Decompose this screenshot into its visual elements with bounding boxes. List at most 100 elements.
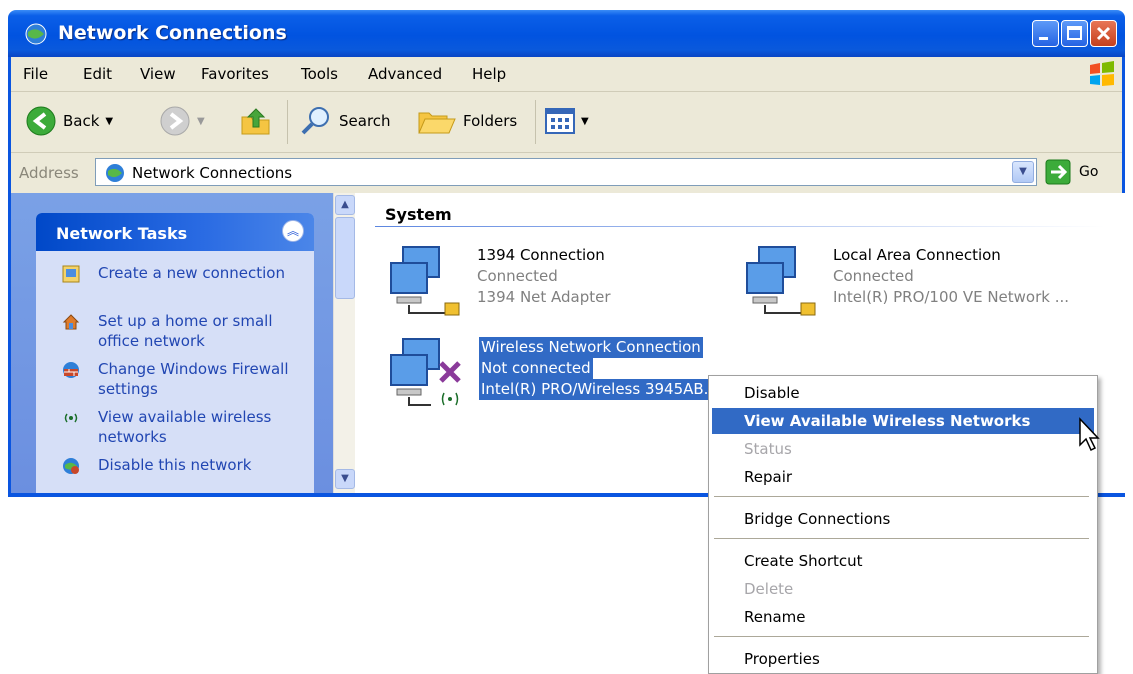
context-menu: Disable View Available Wireless Networks…: [708, 375, 1098, 674]
connection-status: Not connected: [479, 358, 593, 379]
menu-item-label: Create Shortcut: [744, 552, 863, 570]
folders-icon: [418, 112, 456, 134]
forward-arrow-icon: [160, 106, 190, 136]
task-pane: Network Tasks ︽ Create a new connection …: [11, 193, 333, 493]
wired-connection-icon: [390, 246, 460, 316]
disable-network-icon: [63, 458, 79, 474]
search-label: Search: [339, 112, 391, 130]
address-bar: Address Network Connections ▼ Go: [11, 153, 1122, 193]
connection-1394[interactable]: 1394 Connection Connected 1394 Net Adapt…: [387, 241, 717, 321]
menu-item-delete: Delete: [712, 576, 1094, 602]
back-dropdown-icon[interactable]: ▼: [105, 116, 113, 127]
menu-separator: [714, 538, 1089, 539]
connection-name: Local Area Connection: [833, 246, 1001, 264]
menu-separator: [714, 636, 1089, 637]
forward-button[interactable]: ▼: [159, 105, 205, 137]
menu-item-label: Bridge Connections: [744, 510, 891, 528]
forward-dropdown-icon[interactable]: ▼: [197, 116, 205, 127]
menu-item-label: Properties: [744, 650, 820, 668]
search-icon: [301, 107, 329, 135]
task-label: Change Windows Firewall settings: [98, 360, 289, 398]
back-button[interactable]: Back ▼: [25, 105, 113, 137]
network-connections-icon: [106, 164, 124, 182]
menu-item-rename[interactable]: Rename: [712, 604, 1094, 630]
menu-item-view-wireless-networks[interactable]: View Available Wireless Networks: [712, 408, 1094, 434]
task-label: View available wireless networks: [98, 408, 272, 446]
task-label: Disable this network: [98, 456, 252, 474]
go-button[interactable]: Go: [1045, 159, 1098, 185]
up-folder-button[interactable]: [239, 105, 273, 137]
wired-connection-icon: [746, 246, 816, 316]
network-connections-icon: [25, 23, 47, 45]
maximize-icon: [1067, 26, 1082, 40]
menu-item-bridge-connections[interactable]: Bridge Connections: [712, 506, 1094, 532]
menu-separator: [714, 496, 1089, 497]
home-network-icon: [62, 314, 80, 330]
connection-device: Intel(R) PRO/Wireless 3945AB.: [479, 379, 711, 400]
menu-item-disable[interactable]: Disable: [712, 380, 1094, 406]
menu-edit[interactable]: Edit: [83, 65, 112, 83]
go-label: Go: [1079, 164, 1099, 180]
up-folder-icon: [241, 108, 270, 135]
folders-label: Folders: [463, 112, 518, 130]
menu-view[interactable]: View: [140, 65, 176, 83]
views-dropdown-icon[interactable]: ▼: [581, 116, 589, 127]
connection-name: Wireless Network Connection: [479, 337, 703, 358]
views-icon: [545, 108, 575, 134]
connection-device: Intel(R) PRO/100 VE Network ...: [833, 288, 1070, 306]
task-label: Create a new connection: [98, 264, 285, 282]
menu-file[interactable]: File: [23, 65, 48, 83]
address-label: Address: [19, 164, 79, 182]
vertical-scrollbar[interactable]: ▲ ▼: [333, 193, 356, 493]
toolbar: Back ▼ ▼ Search Folders ▼: [11, 92, 1122, 153]
menu-tools[interactable]: Tools: [301, 65, 338, 83]
windows-logo-icon: [1090, 61, 1114, 86]
menu-help[interactable]: Help: [472, 65, 506, 83]
window-title: Network Connections: [58, 22, 287, 44]
network-tasks-title: Network Tasks: [56, 224, 188, 243]
connection-status: Connected: [477, 267, 558, 285]
address-value: Network Connections: [132, 164, 293, 182]
connection-local-area[interactable]: Local Area Connection Connected Intel(R)…: [743, 241, 1113, 321]
menu-item-label: Delete: [744, 580, 794, 598]
menu-item-repair[interactable]: Repair: [712, 464, 1094, 490]
scroll-thumb[interactable]: [335, 217, 355, 299]
scroll-up-icon[interactable]: ▲: [335, 195, 355, 215]
menu-favorites[interactable]: Favorites: [201, 65, 269, 83]
toolbar-separator: [287, 100, 288, 144]
minimize-button[interactable]: [1032, 20, 1059, 47]
minimize-icon: [1039, 37, 1048, 40]
close-button[interactable]: [1090, 20, 1117, 47]
address-input[interactable]: Network Connections ▼: [95, 158, 1037, 186]
group-divider: [375, 226, 1105, 227]
title-bar[interactable]: Network Connections: [8, 10, 1125, 57]
go-arrow-icon: [1045, 159, 1071, 185]
connection-name: 1394 Connection: [477, 246, 605, 264]
connection-wireless[interactable]: Wireless Network Connection Not connecte…: [387, 333, 747, 413]
address-dropdown-icon[interactable]: ▼: [1012, 161, 1034, 183]
search-button[interactable]: Search: [299, 105, 391, 137]
menu-item-label: Rename: [744, 608, 806, 626]
scroll-down-icon[interactable]: ▼: [335, 469, 355, 489]
network-tasks-panel: Network Tasks ︽ Create a new connection …: [36, 213, 314, 493]
task-label: Set up a home or small office network: [98, 312, 273, 350]
back-arrow-icon: [26, 106, 56, 136]
views-button[interactable]: ▼: [545, 105, 589, 137]
toolbar-separator: [535, 100, 536, 144]
menu-bar: File Edit View Favorites Tools Advanced …: [11, 57, 1122, 92]
maximize-button[interactable]: [1061, 20, 1088, 47]
menu-advanced[interactable]: Advanced: [368, 65, 442, 83]
menu-item-create-shortcut[interactable]: Create Shortcut: [712, 548, 1094, 574]
menu-item-properties[interactable]: Properties: [712, 646, 1094, 672]
folders-button[interactable]: Folders: [417, 105, 517, 137]
menu-item-label: View Available Wireless Networks: [744, 412, 1031, 430]
collapse-chevron-icon[interactable]: ︽: [282, 220, 304, 242]
wireless-icon: [64, 413, 78, 423]
connection-status: Connected: [833, 267, 914, 285]
new-connection-icon: [62, 265, 80, 283]
menu-item-label: Repair: [744, 468, 793, 486]
back-label: Back: [63, 112, 100, 130]
connection-device: 1394 Net Adapter: [477, 288, 611, 306]
network-tasks-header[interactable]: Network Tasks ︽: [36, 213, 314, 251]
menu-item-status: Status: [712, 436, 1094, 462]
